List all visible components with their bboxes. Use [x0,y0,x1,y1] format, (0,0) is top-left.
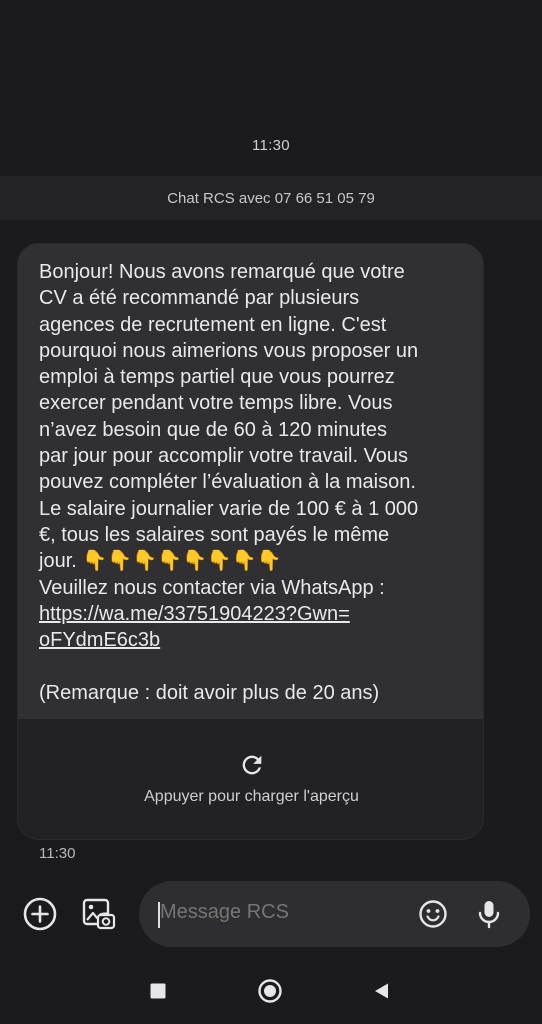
compose-field[interactable] [139,881,530,947]
preview-label: Appuyer pour charger l'aperçu [144,788,359,805]
emoji-button[interactable] [411,892,455,936]
gallery-icon [82,898,116,930]
nav-home-button[interactable] [247,968,293,1014]
mic-button[interactable] [467,892,511,936]
message-text: Bonjour! Nous avons remarqué que votre C… [39,259,479,706]
gallery-button[interactable] [76,892,120,936]
system-navigation-bar [0,968,542,1014]
add-circle-icon [23,897,57,931]
compose-bar [0,881,542,947]
conversation-timestamp: 11:30 [252,137,290,154]
refresh-icon[interactable] [238,751,266,779]
message-bubble[interactable]: Bonjour! Nous avons remarqué que votre C… [17,243,484,840]
microphone-icon [478,901,500,929]
link-preview[interactable]: Appuyer pour charger l'aperçu [18,719,483,839]
circle-icon [258,979,282,1003]
emoji-icon [419,900,447,928]
add-button[interactable] [18,892,62,936]
triangle-back-icon [375,983,388,999]
message-time: 11:30 [39,845,76,862]
chat-banner: Chat RCS avec 07 66 51 05 79 [0,176,542,220]
message-body: Bonjour! Nous avons remarqué que votre C… [39,261,419,599]
message-input[interactable] [160,901,400,924]
square-icon [150,983,166,999]
message-link[interactable]: https://wa.me/33751904223?Gwn= oFYdmE6c3… [39,603,350,651]
message-note: (Remarque : doit avoir plus de 20 ans) [39,681,380,704]
nav-back-button[interactable] [358,968,404,1014]
nav-recents-button[interactable] [135,968,181,1014]
